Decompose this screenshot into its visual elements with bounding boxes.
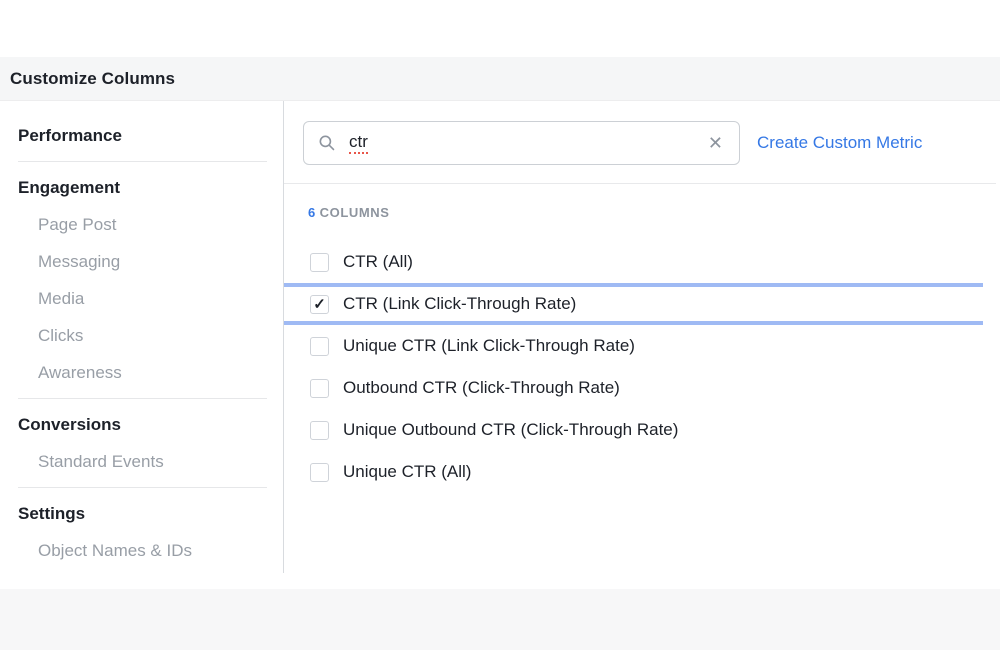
results-count: 6 COLUMNS	[308, 205, 1000, 221]
dialog-title: Customize Columns	[10, 69, 175, 89]
sidebar-item-awareness[interactable]: Awareness	[0, 354, 283, 391]
checkbox-unchecked-icon[interactable]	[310, 253, 329, 272]
sidebar-section-settings[interactable]: Settings	[0, 495, 283, 532]
checkbox-unchecked-icon[interactable]	[310, 337, 329, 356]
column-row-label: Unique Outbound CTR (Click-Through Rate)	[343, 420, 678, 440]
checkbox-unchecked-icon[interactable]	[310, 421, 329, 440]
category-sidebar: Performance EngagementPage PostMessagingM…	[0, 101, 283, 569]
create-custom-metric-link[interactable]: Create Custom Metric	[757, 133, 922, 153]
column-list: CTR (All) ✓ CTR (Link Click-Through Rate) U…	[284, 241, 983, 493]
column-row-label: Outbound CTR (Click-Through Rate)	[343, 378, 620, 398]
page-footer-area	[0, 589, 1000, 650]
column-row-unique-outbound-ctr-click-through-rate[interactable]: Unique Outbound CTR (Click-Through Rate)	[284, 409, 983, 451]
sidebar-item-messaging[interactable]: Messaging	[0, 243, 283, 280]
dialog-header: Customize Columns	[0, 57, 1000, 101]
dialog-body: Performance EngagementPage PostMessagingM…	[0, 101, 1000, 589]
customize-columns-dialog: Customize Columns Performance EngagementP…	[0, 0, 1000, 650]
sidebar-item-media[interactable]: Media	[0, 280, 283, 317]
column-row-ctr-all[interactable]: CTR (All)	[284, 241, 983, 283]
results-count-label: COLUMNS	[320, 205, 390, 220]
column-row-outbound-ctr-click-through-rate[interactable]: Outbound CTR (Click-Through Rate)	[284, 367, 983, 409]
results-count-number: 6	[308, 205, 316, 220]
sidebar-item-page-post[interactable]: Page Post	[0, 206, 283, 243]
column-row-ctr-link-click-through-rate[interactable]: ✓ CTR (Link Click-Through Rate)	[284, 283, 983, 325]
sidebar-section-divider	[18, 398, 267, 399]
column-row-label: Unique CTR (All)	[343, 462, 471, 482]
clear-search-icon[interactable]: ✕	[708, 134, 723, 152]
sidebar-section-conversions[interactable]: Conversions	[0, 406, 283, 443]
search-icon	[318, 134, 336, 152]
search-value: ctr	[349, 132, 368, 154]
sidebar-section-divider	[18, 161, 267, 162]
column-row-unique-ctr-all[interactable]: Unique CTR (All)	[284, 451, 983, 493]
sidebar-item-object-names-ids[interactable]: Object Names & IDs	[0, 532, 283, 569]
checkbox-unchecked-icon[interactable]	[310, 379, 329, 398]
search-results-divider	[284, 183, 996, 184]
checkbox-unchecked-icon[interactable]	[310, 463, 329, 482]
sidebar-section-performance[interactable]: Performance	[0, 117, 283, 154]
column-row-label: CTR (All)	[343, 252, 413, 272]
search-row: ctr ✕ Create Custom Metric	[303, 121, 1000, 165]
column-row-label: CTR (Link Click-Through Rate)	[343, 294, 576, 314]
column-row-unique-ctr-link-click-through-rate[interactable]: Unique CTR (Link Click-Through Rate)	[284, 325, 983, 367]
sidebar-item-standard-events[interactable]: Standard Events	[0, 443, 283, 480]
column-row-label: Unique CTR (Link Click-Through Rate)	[343, 336, 635, 356]
sidebar-section-divider	[18, 487, 267, 488]
columns-panel: ctr ✕ Create Custom Metric 6 COLUMNS CTR …	[284, 101, 1000, 589]
sidebar-item-clicks[interactable]: Clicks	[0, 317, 283, 354]
checkbox-checked-icon[interactable]: ✓	[310, 295, 329, 314]
sidebar-section-engagement[interactable]: Engagement	[0, 169, 283, 206]
search-input[interactable]: ctr ✕	[303, 121, 740, 165]
